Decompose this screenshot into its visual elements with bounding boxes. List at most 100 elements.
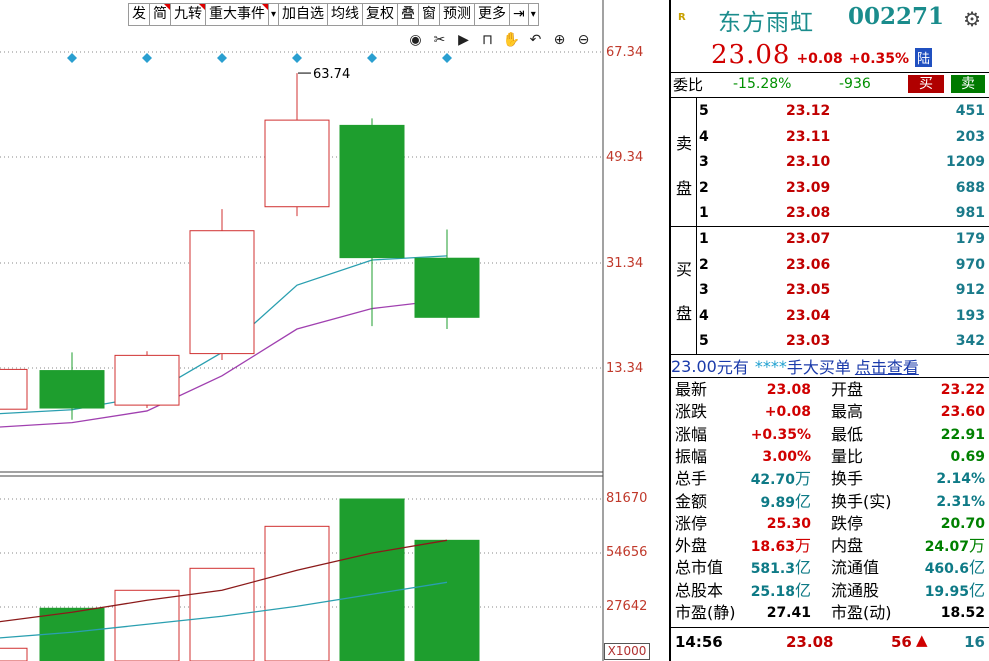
stat-value: +0.35% (751, 424, 811, 446)
ask-row[interactable]: 1 23.08 981 (671, 201, 989, 226)
candle-body (414, 257, 480, 318)
stat-unit: 亿 (968, 558, 985, 578)
candle-body (339, 124, 405, 259)
toolbar-item[interactable]: 叠 (398, 4, 420, 25)
stat-value: 23.22 (941, 379, 985, 401)
candle-body (0, 368, 28, 410)
lock-icon[interactable]: ⊓ (478, 32, 497, 49)
toolbar-item[interactable]: 九转 (171, 4, 206, 25)
stat-value: 42.70万 (751, 468, 811, 490)
ask-row[interactable]: 3 23.10 1209 (671, 150, 989, 175)
chart-panel[interactable]: 63.74 发简九转 重大事件 ▾ 加自选 均线 复权叠窗预测 更多 ⇥ ▾ ◉ ✂ ▶ ⊓ ✋… (0, 0, 668, 661)
stat-value: 0.69 (950, 446, 985, 468)
volume-unit-button[interactable]: X1000 (604, 643, 650, 660)
eye-icon[interactable]: ◉ (406, 32, 425, 49)
zoom-in-icon[interactable]: ⊕ (550, 32, 569, 49)
buy-button[interactable]: 买 (908, 75, 944, 93)
toolbar-item[interactable]: ▾ (269, 4, 280, 25)
stat-value: 2.14% (936, 468, 985, 490)
ask-row[interactable]: 2 23.09 688 (671, 176, 989, 201)
zoom-out-icon[interactable]: ⊖ (574, 32, 593, 49)
toolbar-item[interactable]: 加自选 (279, 4, 329, 25)
kline-chart[interactable]: 63.74 (0, 0, 668, 661)
hand-icon[interactable]: ✋ (502, 32, 521, 49)
scissors-icon[interactable]: ✂ (430, 32, 449, 49)
stat-number: 581.3 (750, 561, 795, 578)
stat-label: 跌停 (831, 513, 864, 533)
tick-price: 23.08 (786, 633, 834, 651)
bid-row[interactable]: 1 23.07 179 (671, 227, 989, 252)
candle-body (114, 354, 180, 406)
toolbar-item[interactable]: 发 (129, 4, 150, 25)
gear-icon[interactable]: ⚙ (963, 7, 981, 31)
stat-value: 18.52 (941, 602, 985, 624)
weibi-row: 委比 -15.28% -936 买 卖 (671, 73, 989, 96)
order-vol: 688 (955, 179, 985, 196)
stat-number: 23.60 (940, 404, 985, 421)
big-order-type: 大买单 (802, 358, 851, 377)
stat-value: 19.95亿 (925, 580, 985, 602)
toolbar-item[interactable]: 简 (150, 4, 171, 25)
ask-row[interactable]: 5 23.12 451 (671, 99, 989, 124)
stat-number: 20.70 (940, 515, 985, 532)
quote-panel: R 东方雨虹 002271 ⚙ 23.08 +0.08 +0.35% 陆 委比 … (669, 0, 989, 661)
stat-value: 3.00% (762, 446, 811, 468)
sell-button[interactable]: 卖 (951, 75, 985, 93)
order-price: 23.12 (786, 103, 831, 119)
stat-number: 23.08 (766, 382, 811, 398)
order-vol: 981 (955, 205, 985, 221)
stat-number: 42.70 (750, 472, 795, 489)
stat-label: 开盘 (831, 380, 864, 399)
order-level: 3 (699, 154, 709, 170)
order-level: 3 (699, 282, 709, 298)
bid-row[interactable]: 2 23.06 970 (671, 253, 989, 278)
volume-bar (339, 498, 405, 661)
order-vol: 451 (955, 103, 985, 119)
bid-row[interactable]: 3 23.05 912 (671, 278, 989, 303)
order-level: 4 (699, 128, 709, 145)
stat-value: 27.41 (767, 602, 811, 624)
candle-body (264, 119, 330, 208)
order-level: 1 (699, 231, 709, 247)
price-change: +0.08 (796, 51, 843, 67)
view-link[interactable]: 点击查看 (855, 354, 919, 378)
stat-value: 23.08 (767, 379, 811, 401)
stat-value: 25.18亿 (751, 580, 811, 602)
bid-row[interactable]: 5 23.03 342 (671, 329, 989, 354)
stat-value: 460.6亿 (925, 557, 985, 579)
big-order-unit: 手 (786, 358, 803, 377)
tick-volume: 56 (891, 633, 912, 651)
event-marker-icon (367, 53, 377, 63)
event-marker-icon (292, 53, 302, 63)
toolbar-item[interactable]: 均线 (328, 4, 364, 25)
ask-row[interactable]: 4 23.11 203 (671, 125, 989, 150)
order-vol: 912 (955, 282, 985, 298)
vol-tick-label: 54656 (606, 545, 648, 560)
weibi-diff: -936 (839, 76, 871, 92)
stat-value: 581.3亿 (751, 557, 811, 579)
big-order-stars: **** (754, 356, 787, 376)
toolbar-item[interactable]: ⇥ (510, 4, 529, 25)
toolbar-item[interactable]: 重大事件 (206, 4, 269, 25)
stat-label: 内盘 (831, 536, 864, 556)
undo-icon[interactable]: ↶ (526, 32, 545, 49)
order-level: 5 (699, 333, 709, 349)
play-icon[interactable]: ▶ (454, 32, 473, 49)
weibi-pct: -15.28% (733, 76, 792, 92)
toolbar-item[interactable]: 窗 (419, 4, 441, 25)
toolbar-item[interactable]: 更多 (475, 4, 511, 25)
toolbar-item[interactable]: 复权 (363, 4, 399, 25)
stat-unit: 亿 (794, 558, 811, 578)
big-order-banner[interactable]: 23.00 元有 **** 手 大买单 点击查看 (671, 354, 989, 378)
stat-label: 流通股 (831, 580, 880, 600)
toolbar-item[interactable]: ▾ (529, 4, 538, 25)
stat-value: 20.70 (941, 513, 985, 535)
vol-tick-label: 81670 (606, 491, 648, 506)
bid-row[interactable]: 4 23.04 193 (671, 304, 989, 329)
stat-label: 涨停 (675, 513, 708, 533)
stat-label: 振幅 (675, 446, 708, 466)
order-vol: 1209 (946, 154, 985, 170)
stat-value: 24.07万 (925, 535, 985, 557)
stat-label: 涨幅 (675, 424, 708, 444)
toolbar-item[interactable]: 预测 (440, 4, 476, 25)
